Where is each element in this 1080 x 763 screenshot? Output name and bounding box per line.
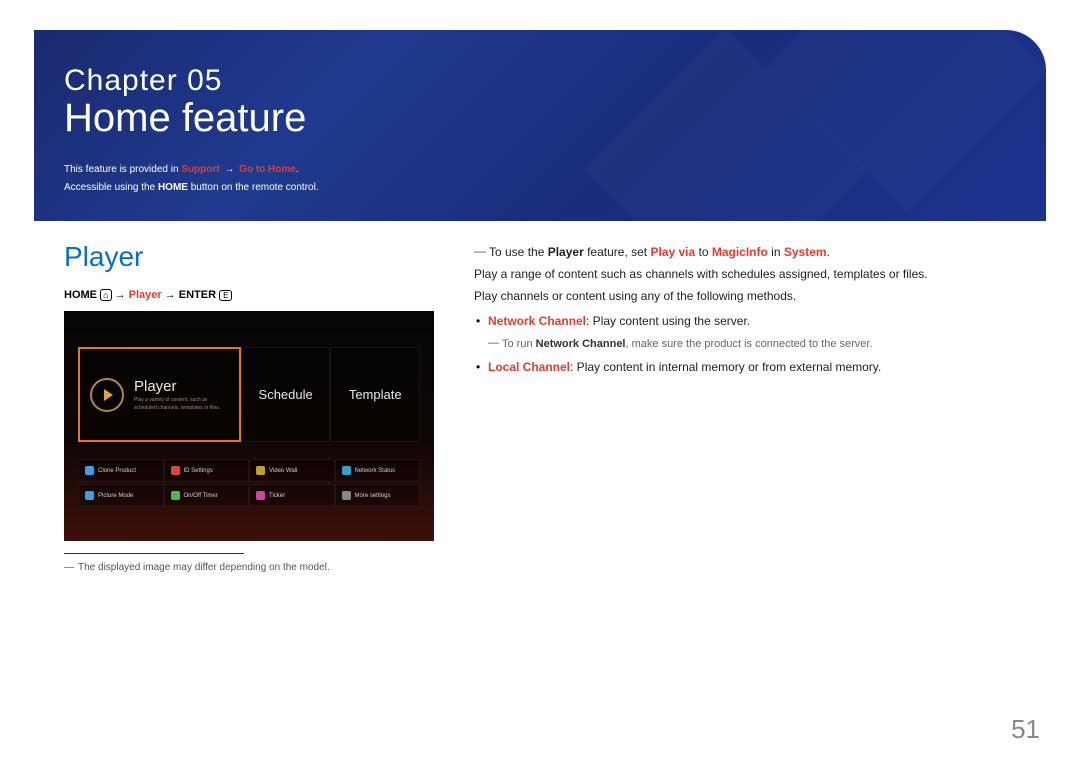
tile-player-sub2: scheduled channels, templates or files. [134,405,220,412]
footnote: ― The displayed image may differ dependin… [64,562,434,573]
hero-sub2-pre: Accessible using the [64,182,158,193]
cell-icon [85,466,94,475]
cell-label: Network Status [355,468,396,474]
li2-label: Local Channel [488,360,570,374]
chapter-line: Chapter 05 [64,64,1016,98]
nav-path: HOME ⌂ → Player → ENTER E [64,289,434,301]
enter-icon: E [219,290,232,301]
hero-sub2-home: HOME [158,182,188,193]
cell-id-settings[interactable]: ID Settings [164,459,250,482]
cell-label: Video Wall [269,468,297,474]
note1-system: System [784,245,827,259]
home-icon: ⌂ [100,289,111,301]
tile-schedule-label: Schedule [259,387,313,402]
li1-subnote: ―To run Network Channel, make sure the p… [474,334,1016,354]
chapter-hero: Chapter 05 Home feature This feature is … [34,30,1046,221]
li-network-channel: Network Channel: Play content using the … [474,310,1016,332]
cell-icon [171,491,180,500]
cell-onoff-timer[interactable]: On/Off Timer [164,484,250,507]
cell-label: Picture Mode [98,493,133,499]
note1-player: Player [548,245,584,259]
cell-icon [256,466,265,475]
player-screenshot: Player Play a variety of content, such a… [64,311,434,541]
cell-clone-product[interactable]: Clone Product [78,459,164,482]
li1-text: : Play content using the server. [586,314,750,328]
note1-mid1: feature, set [584,245,651,259]
tile-schedule[interactable]: Schedule [241,347,331,442]
cell-label: Clone Product [98,468,136,474]
grid-row-1: Clone Product ID Settings Video Wall Net… [78,459,420,482]
cell-label: Ticker [269,493,285,499]
hero-sub1-pre: This feature is provided in [64,164,181,175]
chapter-word: Chapter [64,64,178,97]
cell-icon [342,466,351,475]
cell-icon [85,491,94,500]
chapter-number: 05 [187,64,222,97]
tile-template-label: Template [349,387,402,402]
hero-sub2-post: button on the remote control. [188,182,319,193]
note1-playvia: Play via [650,245,695,259]
cell-picture-mode[interactable]: Picture Mode [78,484,164,507]
nav-enter: ENTER [179,289,216,301]
cell-more-settings[interactable]: More settings [335,484,421,507]
note1-post: . [827,245,830,259]
tile-player-label: Player [134,378,220,395]
li1-note-pre: To run [502,338,536,350]
li1-label: Network Channel [488,314,586,328]
hero-sub1-support: Support [181,164,219,175]
tile-player[interactable]: Player Play a variety of content, such a… [78,347,241,442]
li1-note-post: , make sure the product is connected to … [626,338,873,350]
dash-icon: ― [488,333,499,353]
note1-pre: To use the [489,245,548,259]
nav-home: HOME [64,289,97,301]
note1-mid3: in [768,245,784,259]
note-use-player: ―To use the Player feature, set Play via… [474,241,1016,263]
arrow-icon: → [165,289,179,301]
hero-subtext: This feature is provided in Support → Go… [64,161,1016,197]
dash-icon: ― [64,562,74,573]
tile-player-sub1: Play a variety of content, such as [134,397,220,404]
section-title: Player [64,241,434,273]
note1-magicinfo: MagicInfo [712,245,768,259]
cell-label: More settings [355,493,391,499]
nav-player: Player [129,289,162,301]
cell-label: On/Off Timer [184,493,218,499]
cell-video-wall[interactable]: Video Wall [249,459,335,482]
play-icon [90,378,124,412]
cell-icon [342,491,351,500]
desc-p1: Play a range of content such as channels… [474,263,1016,285]
cell-ticker[interactable]: Ticker [249,484,335,507]
li1-note-b: Network Channel [536,338,626,350]
hero-sub1-gotohome: Go to Home [239,164,296,175]
chapter-title: Home feature [64,96,1016,141]
hero-sub1-post: . [296,164,299,175]
note1-mid2: to [695,245,712,259]
footnote-text: The displayed image may differ depending… [78,562,330,573]
dash-icon: ― [474,240,486,262]
li2-text: : Play content in internal memory or fro… [570,360,881,374]
tile-template[interactable]: Template [330,347,420,442]
li-local-channel: Local Channel: Play content in internal … [474,356,1016,378]
page-number: 51 [1011,714,1040,745]
grid-row-2: Picture Mode On/Off Timer Ticker More se… [78,484,420,507]
desc-p2: Play channels or content using any of th… [474,285,1016,307]
arrow-icon: → [222,164,238,175]
arrow-icon: → [115,289,129,301]
footnote-divider [64,553,244,554]
cell-network-status[interactable]: Network Status [335,459,421,482]
cell-icon [171,466,180,475]
cell-label: ID Settings [184,468,213,474]
cell-icon [256,491,265,500]
